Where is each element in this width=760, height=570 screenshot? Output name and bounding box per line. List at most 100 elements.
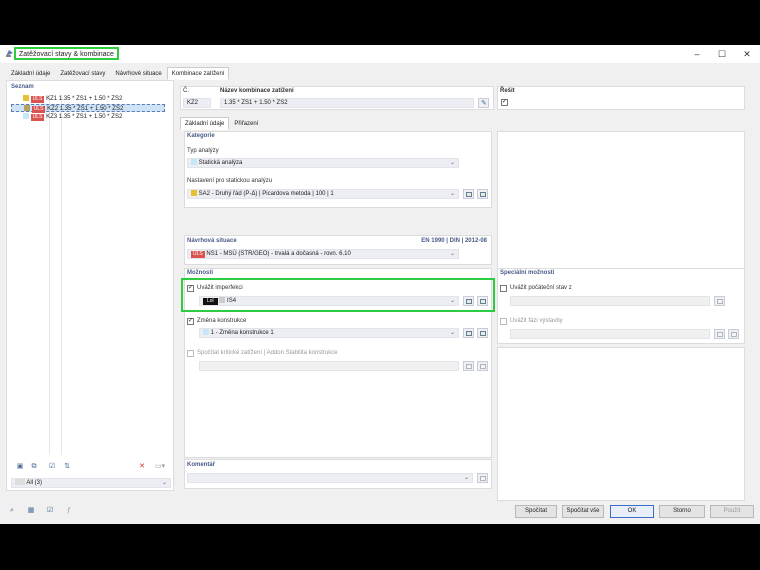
- chevron-down-icon: ⌄: [161, 480, 167, 486]
- chevron-down-icon: ⌄: [463, 475, 469, 481]
- combo-id: KZ1: [46, 96, 58, 102]
- design-situation-title: Návrhová situace: [187, 238, 237, 244]
- edit-critical-button[interactable]: [477, 361, 488, 371]
- structure-mod-icon: [203, 329, 209, 336]
- help-icon[interactable]: ⌕: [7, 506, 17, 515]
- options-title: Možnosti: [187, 270, 213, 276]
- cancel-button[interactable]: Storno: [659, 505, 705, 518]
- formula-icon[interactable]: ƒ: [64, 506, 74, 515]
- design-standard: EN 1990 | DIN | 2012-08: [421, 238, 487, 244]
- comment-edit-button[interactable]: [477, 473, 488, 483]
- critical-load-label: Spočítat kritické zatížení | Addon Stabi…: [197, 350, 338, 356]
- uls-badge: ULS: [191, 251, 205, 258]
- renumber-icon[interactable]: ⇅: [62, 462, 72, 471]
- title-bar: Zatěžovací stavy & kombinace – ☐ ✕: [0, 45, 760, 63]
- new-structure-mod-button[interactable]: [463, 328, 474, 338]
- special-options-panel: Speciální možnosti Uvážit počáteční stav…: [497, 268, 745, 344]
- edit-construction-stage-button[interactable]: [728, 329, 739, 339]
- critical-load-dropdown[interactable]: [199, 361, 459, 371]
- initial-state-dropdown[interactable]: [510, 296, 710, 306]
- list-panel: Seznam ULS KZ1 1.35 * ZS1 + 1.50 * ZS2 U…: [6, 80, 174, 491]
- maximize-button[interactable]: ☐: [715, 48, 729, 60]
- filter-swatch: [15, 479, 25, 486]
- analysis-type-dropdown[interactable]: Statická analýza ⌄: [187, 158, 459, 168]
- number-label: Č.: [183, 88, 189, 94]
- table-icon[interactable]: ☑: [45, 506, 55, 515]
- minimize-button[interactable]: –: [690, 48, 704, 60]
- static-settings-dropdown[interactable]: SA2 - Druhý řád (P-Δ) | Picardova metoda…: [187, 189, 459, 199]
- analysis-type-value: Statická analýza: [198, 160, 243, 166]
- chevron-down-icon: ⌄: [449, 330, 455, 336]
- subtab-assignment[interactable]: Přiřazení: [229, 117, 263, 130]
- construction-stage-checkbox[interactable]: [500, 318, 507, 325]
- analysis-icon: [191, 159, 197, 166]
- comment-panel: Komentář ⌄: [184, 459, 492, 489]
- list-item[interactable]: ULS KZ3 1.35 * ZS1 + 1.50 * ZS2: [23, 113, 122, 121]
- construction-stage-dropdown[interactable]: [510, 329, 710, 339]
- apply-button[interactable]: Použít: [710, 505, 754, 518]
- new-critical-button[interactable]: [463, 361, 474, 371]
- structure-mod-checkbox[interactable]: ✓: [187, 318, 194, 325]
- name-field[interactable]: 1.35 * ZS1 + 1.50 * ZS2: [220, 98, 474, 108]
- copy-item-icon[interactable]: ⧉: [29, 462, 39, 471]
- construction-stage-label: Uvážit fázi výstavby: [510, 318, 563, 324]
- sub-tabs: Základní údaje Přiřazení: [180, 117, 263, 130]
- combo-formula: 1.35 * ZS1 + 1.50 * ZS2: [58, 96, 123, 102]
- structure-mod-value: 1 - Změna konstrukce 1: [210, 330, 274, 336]
- solve-checkbox[interactable]: ✓: [501, 99, 508, 106]
- more-options-icon[interactable]: ▭▾: [151, 462, 169, 471]
- delete-icon[interactable]: ✕: [137, 462, 147, 471]
- edit-initial-state-button[interactable]: [714, 296, 725, 306]
- number-field[interactable]: KZ2: [183, 98, 211, 108]
- name-label: Název kombinace zatížení: [220, 88, 294, 94]
- filter-value: All (3): [26, 480, 43, 486]
- list-item-selected[interactable]: ULS KZ2 1.35 * ZS1 + 1.50 * ZS2: [11, 104, 165, 113]
- initial-state-checkbox[interactable]: [500, 285, 507, 292]
- right-lower-empty-panel: [497, 347, 745, 501]
- analysis-type-label: Typ analýzy: [187, 148, 219, 154]
- uls-badge: ULS: [30, 114, 45, 121]
- dialog-window: Zatěžovací stavy & kombinace – ☐ ✕ Zákla…: [0, 45, 760, 524]
- edit-structure-mod-button[interactable]: [477, 328, 488, 338]
- right-empty-panel: [497, 131, 745, 277]
- close-button[interactable]: ✕: [740, 48, 754, 60]
- chevron-down-icon: ⌄: [449, 160, 455, 166]
- units-icon[interactable]: ▦: [26, 506, 36, 515]
- comment-field[interactable]: ⌄: [187, 473, 473, 483]
- tab-load-combinations[interactable]: Kombinace zatížení: [166, 67, 230, 80]
- combo-id: KZ3: [46, 114, 58, 120]
- check-all-icon[interactable]: ☑: [47, 462, 57, 471]
- calculate-button[interactable]: Spočítat: [515, 505, 557, 518]
- app-icon: [6, 50, 13, 57]
- window-title: Zatěžovací stavy & kombinace: [14, 47, 119, 60]
- new-settings-button[interactable]: [463, 189, 474, 199]
- new-item-icon[interactable]: ▣: [15, 462, 25, 471]
- color-swatch: [23, 113, 29, 120]
- list-filter-dropdown[interactable]: All (3) ⌄: [11, 478, 171, 488]
- combo-formula: 1.35 * ZS1 + 1.50 * ZS2: [59, 106, 124, 112]
- list-item[interactable]: ULS KZ1 1.35 * ZS1 + 1.50 * ZS2: [23, 95, 122, 103]
- color-swatch: [24, 105, 30, 112]
- edit-name-button[interactable]: ✎: [478, 98, 489, 108]
- combo-id: KZ2: [47, 106, 59, 112]
- design-situation-dropdown[interactable]: ULS NS1 - MSÚ (STR/GEO) - trvalá a dočas…: [187, 249, 459, 259]
- calculate-all-button[interactable]: Spočítat vše: [562, 505, 604, 518]
- tab-basic[interactable]: Základní údaje: [6, 67, 55, 80]
- edit-settings-button[interactable]: [477, 189, 488, 199]
- tab-load-cases[interactable]: Zatěžovací stavy: [55, 67, 110, 80]
- chevron-down-icon: ⌄: [449, 251, 455, 257]
- tab-design-situations[interactable]: Návrhové situace: [110, 67, 166, 80]
- critical-load-checkbox[interactable]: [187, 350, 194, 357]
- solve-label: Řešit: [500, 88, 515, 94]
- initial-state-label: Uvážit počáteční stav z: [510, 285, 572, 291]
- list-header: Seznam: [11, 84, 34, 90]
- new-construction-stage-button[interactable]: [714, 329, 725, 339]
- color-swatch: [23, 95, 29, 102]
- pencil-icon: ✎: [481, 100, 487, 107]
- subtab-basic[interactable]: Základní údaje: [180, 117, 230, 130]
- structure-mod-dropdown[interactable]: 1 - Změna konstrukce 1 ⌄: [199, 328, 459, 338]
- special-options-title: Speciální možnosti: [500, 270, 555, 276]
- static-settings-label: Nastavení pro statickou analýzu: [187, 178, 273, 184]
- ok-button[interactable]: OK: [610, 505, 654, 518]
- comment-title: Komentář: [187, 462, 216, 468]
